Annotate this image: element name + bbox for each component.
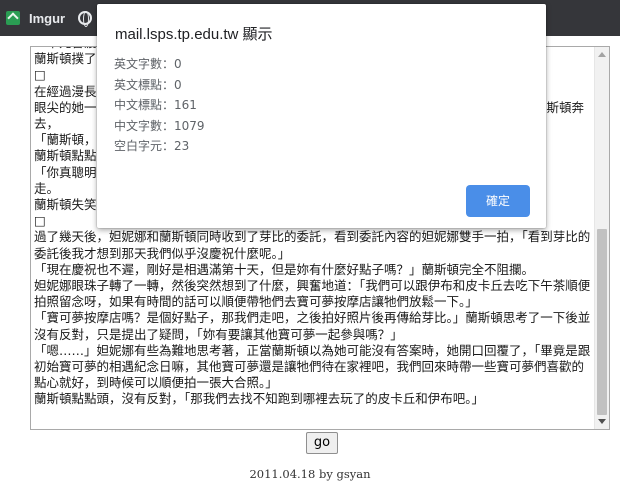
scroll-up-arrow-icon[interactable] [598, 52, 606, 57]
stat-whitespace: 空白字元：23 [114, 139, 190, 154]
go-button[interactable]: go [306, 432, 338, 454]
stat-english-punct: 英文標點：0 [114, 77, 182, 92]
bookmark-globe[interactable] [78, 8, 92, 28]
stat-chinese-punct: 中文標點：161 [114, 98, 197, 113]
imgur-icon [6, 11, 20, 25]
vertical-scrollbar[interactable] [594, 47, 609, 429]
stat-chinese-chars: 中文字數：1079 [114, 118, 205, 133]
alert-dialog: mail.lsps.tp.edu.tw 顯示 英文字數：0 英文標點：0 中文標… [97, 4, 546, 228]
bookmark-imgur-label: Imgur [29, 10, 66, 26]
dialog-message: 英文字數：0 英文標點：0 中文標點：161 中文字數：1079 空白字元：23 [114, 54, 205, 157]
scroll-down-arrow-icon[interactable] [598, 419, 606, 424]
ok-button[interactable]: 確定 [466, 185, 530, 217]
globe-icon [78, 11, 92, 27]
scrollbar-thumb[interactable] [597, 229, 607, 415]
footer-credit: 2011.04.18 by gsyan [249, 467, 371, 481]
stat-english-chars: 英文字數：0 [114, 57, 182, 71]
dialog-title: mail.lsps.tp.edu.tw 顯示 [115, 26, 273, 43]
bookmark-imgur[interactable]: Imgur [6, 8, 65, 28]
